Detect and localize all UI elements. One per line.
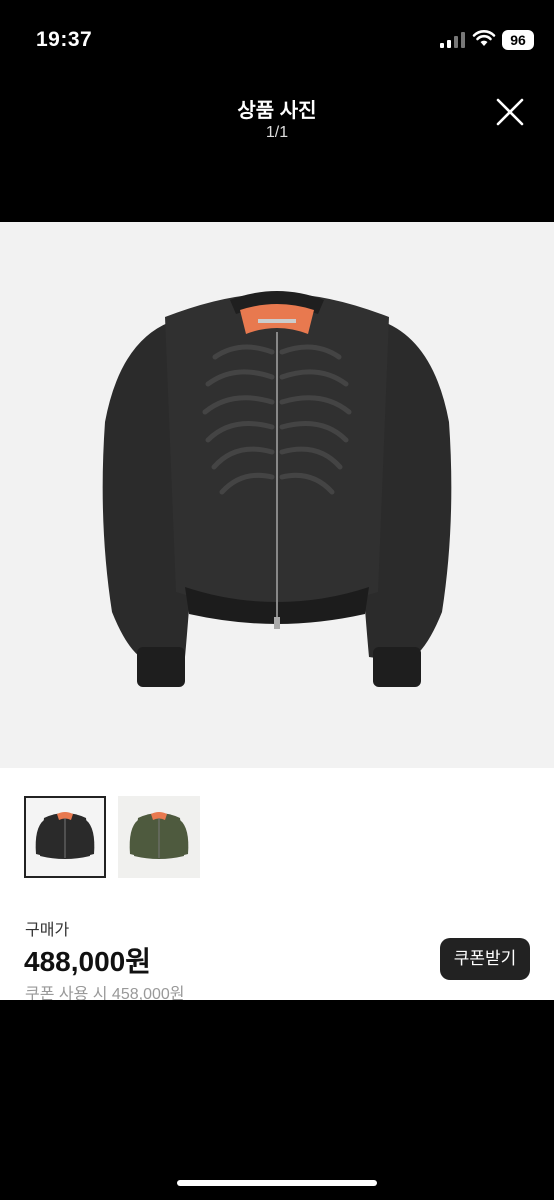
home-indicator[interactable]: [177, 1180, 377, 1186]
page-title: 상품 사진: [237, 100, 317, 122]
thumbnail-black-jacket[interactable]: [24, 796, 106, 878]
jacket-image: [102, 291, 452, 687]
product-info-panel: 구매가 488,000원 쿠폰 사용 시 458,000원 쿠폰받기: [0, 768, 554, 1000]
wifi-icon: [472, 30, 496, 46]
thumbnail-image: [129, 812, 189, 859]
price-value: 488,000원: [24, 946, 151, 977]
status-time: 19:37: [36, 28, 93, 51]
coupon-price: 쿠폰 사용 시 458,000원: [25, 986, 185, 1000]
close-icon[interactable]: [492, 94, 528, 130]
thumbnail-khaki-jacket[interactable]: [118, 796, 200, 878]
status-bar: 19:37 96: [0, 0, 554, 80]
photo-counter: 1/1: [265, 124, 289, 141]
product-photo[interactable]: [0, 222, 554, 768]
signal-icon: [440, 32, 465, 48]
get-coupon-button[interactable]: 쿠폰받기: [440, 938, 530, 980]
price-label: 구매가: [25, 922, 70, 939]
battery-icon: 96: [502, 30, 534, 50]
thumbnail-image: [35, 812, 95, 859]
